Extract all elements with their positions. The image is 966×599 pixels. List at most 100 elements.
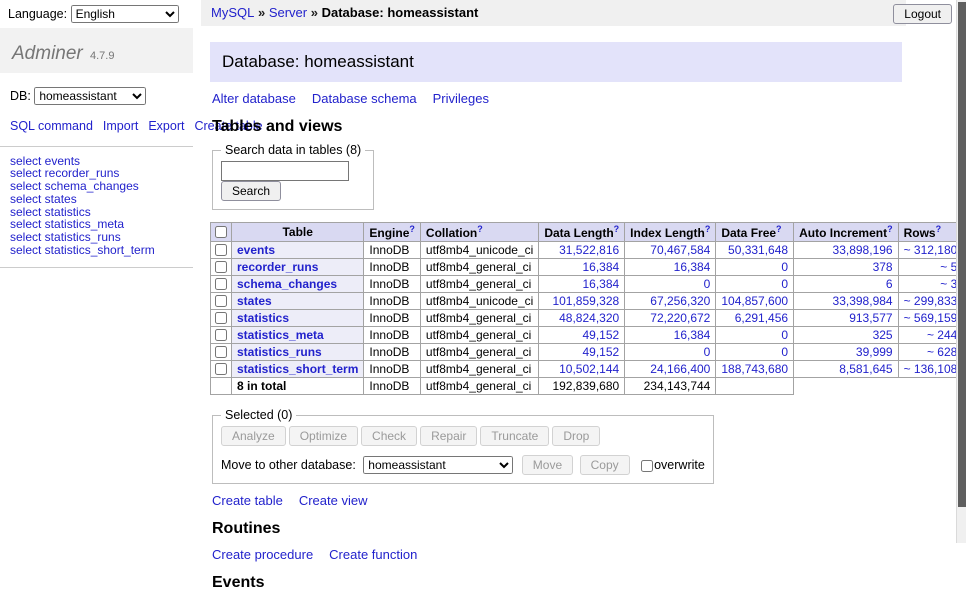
- rows-link[interactable]: ~ 136,108: [904, 362, 958, 376]
- link-create-procedure[interactable]: Create procedure: [212, 547, 313, 562]
- row-checkbox[interactable]: [215, 244, 227, 256]
- data-length-link[interactable]: 49,152: [582, 328, 619, 342]
- row-checkbox[interactable]: [215, 363, 227, 375]
- move-button[interactable]: Move: [522, 455, 573, 475]
- rows-link[interactable]: ~ 299,833: [904, 294, 958, 308]
- link-create-view[interactable]: Create view: [299, 493, 368, 508]
- auto-increment-link[interactable]: 39,999: [856, 345, 893, 359]
- data-free-link[interactable]: 104,857,600: [721, 294, 788, 308]
- data-length-link[interactable]: 16,384: [582, 260, 619, 274]
- data-length-link[interactable]: 10,502,144: [559, 362, 619, 376]
- truncate-button[interactable]: Truncate: [480, 426, 549, 446]
- auto-increment-link[interactable]: 33,898,196: [833, 243, 893, 257]
- index-length-link[interactable]: 0: [704, 277, 711, 291]
- link-create-table[interactable]: Create table: [212, 493, 283, 508]
- help-link[interactable]: ?: [887, 224, 893, 234]
- sidebar-item-select-statistics-runs[interactable]: select statistics_runs: [10, 231, 183, 244]
- rows-link[interactable]: ~ 312,180: [904, 243, 958, 257]
- help-link[interactable]: ?: [936, 224, 942, 234]
- sidebar-item-select-statistics-short-term[interactable]: select statistics_short_term: [10, 244, 183, 257]
- row-checkbox[interactable]: [215, 329, 227, 341]
- select-all-checkbox[interactable]: [215, 226, 227, 238]
- table-name-link[interactable]: schema_changes: [237, 277, 337, 291]
- table-name-link[interactable]: statistics: [237, 311, 289, 325]
- table-name-link[interactable]: statistics_meta: [237, 328, 324, 342]
- check-button[interactable]: Check: [361, 426, 417, 446]
- index-length-link[interactable]: 0: [704, 345, 711, 359]
- rows-link[interactable]: ~ 569,159: [904, 311, 958, 325]
- db-select[interactable]: homeassistant: [34, 87, 146, 105]
- data-length-link[interactable]: 48,824,320: [559, 311, 619, 325]
- data-free-link[interactable]: 188,743,680: [721, 362, 788, 376]
- drop-button[interactable]: Drop: [552, 426, 600, 446]
- auto-increment-link[interactable]: 325: [873, 328, 893, 342]
- data-length-link[interactable]: 101,859,328: [552, 294, 619, 308]
- analyze-button[interactable]: Analyze: [221, 426, 286, 446]
- sidebar-item-select-schema-changes[interactable]: select schema_changes: [10, 180, 183, 193]
- data-length-link[interactable]: 16,384: [582, 277, 619, 291]
- rows-link[interactable]: ~ 5: [940, 260, 957, 274]
- language-select[interactable]: English: [71, 5, 179, 23]
- vertical-scrollbar[interactable]: [956, 0, 966, 543]
- index-length-link[interactable]: 24,166,400: [650, 362, 710, 376]
- help-link[interactable]: ?: [409, 224, 415, 234]
- row-checkbox[interactable]: [215, 312, 227, 324]
- data-free-link[interactable]: 6,291,456: [735, 311, 788, 325]
- db-link-alter-database[interactable]: Alter database: [212, 91, 296, 106]
- total-engine-cell: InnoDB: [364, 378, 421, 395]
- sidebar-action-export[interactable]: Export: [148, 119, 184, 133]
- data-free-link[interactable]: 0: [781, 260, 788, 274]
- collation-cell: utf8mb4_general_ci: [420, 310, 538, 327]
- sidebar-item-select-states[interactable]: select states: [10, 193, 183, 206]
- rows-link[interactable]: ~ 628: [927, 345, 957, 359]
- breadcrumb-item-server[interactable]: Server: [269, 5, 307, 20]
- overwrite-checkbox[interactable]: [641, 460, 653, 472]
- index-length-link[interactable]: 16,384: [674, 328, 711, 342]
- index-length-link[interactable]: 16,384: [674, 260, 711, 274]
- index-length-link[interactable]: 72,220,672: [650, 311, 710, 325]
- optimize-button[interactable]: Optimize: [289, 426, 358, 446]
- data-length-link[interactable]: 49,152: [582, 345, 619, 359]
- data-free-link[interactable]: 0: [781, 277, 788, 291]
- auto-increment-link[interactable]: 6: [886, 277, 893, 291]
- breadcrumb-item-mysql[interactable]: MySQL: [211, 5, 254, 20]
- row-checkbox[interactable]: [215, 261, 227, 273]
- data-length-link[interactable]: 31,522,816: [559, 243, 619, 257]
- auto-increment-link[interactable]: 8,581,645: [839, 362, 892, 376]
- help-link[interactable]: ?: [614, 224, 620, 234]
- sidebar-action-import[interactable]: Import: [103, 119, 138, 133]
- help-link[interactable]: ?: [477, 224, 483, 234]
- data-free-link[interactable]: 0: [781, 345, 788, 359]
- auto-increment-link[interactable]: 913,577: [849, 311, 892, 325]
- repair-button[interactable]: Repair: [420, 426, 477, 446]
- table-name-link[interactable]: events: [237, 243, 275, 257]
- rows-link[interactable]: ~ 3: [940, 277, 957, 291]
- index-length-link[interactable]: 67,256,320: [650, 294, 710, 308]
- auto-increment-link[interactable]: 378: [873, 260, 893, 274]
- search-button[interactable]: Search: [221, 181, 281, 201]
- db-link-database-schema[interactable]: Database schema: [312, 91, 417, 106]
- index-length-link[interactable]: 70,467,584: [650, 243, 710, 257]
- move-target-select[interactable]: homeassistant: [363, 456, 513, 474]
- row-checkbox[interactable]: [215, 295, 227, 307]
- logout-button[interactable]: Logout: [893, 4, 952, 24]
- data-free-link[interactable]: 50,331,648: [728, 243, 788, 257]
- auto-increment-link[interactable]: 33,398,984: [833, 294, 893, 308]
- help-link[interactable]: ?: [776, 224, 782, 234]
- table-name-link[interactable]: states: [237, 294, 272, 308]
- sidebar-action-sql-command[interactable]: SQL command: [10, 119, 93, 133]
- table-search-input[interactable]: [221, 161, 349, 181]
- row-checkbox[interactable]: [215, 278, 227, 290]
- table-name-cell: statistics_short_term: [232, 361, 364, 378]
- row-checkbox[interactable]: [215, 346, 227, 358]
- scrollbar-thumb[interactable]: [958, 2, 966, 507]
- help-link[interactable]: ?: [705, 224, 711, 234]
- copy-button[interactable]: Copy: [580, 455, 630, 475]
- table-name-link[interactable]: statistics_short_term: [237, 362, 358, 376]
- data-free-link[interactable]: 0: [781, 328, 788, 342]
- table-name-link[interactable]: statistics_runs: [237, 345, 322, 359]
- rows-link[interactable]: ~ 244: [927, 328, 957, 342]
- link-create-function[interactable]: Create function: [329, 547, 417, 562]
- table-name-link[interactable]: recorder_runs: [237, 260, 318, 274]
- db-link-privileges[interactable]: Privileges: [433, 91, 489, 106]
